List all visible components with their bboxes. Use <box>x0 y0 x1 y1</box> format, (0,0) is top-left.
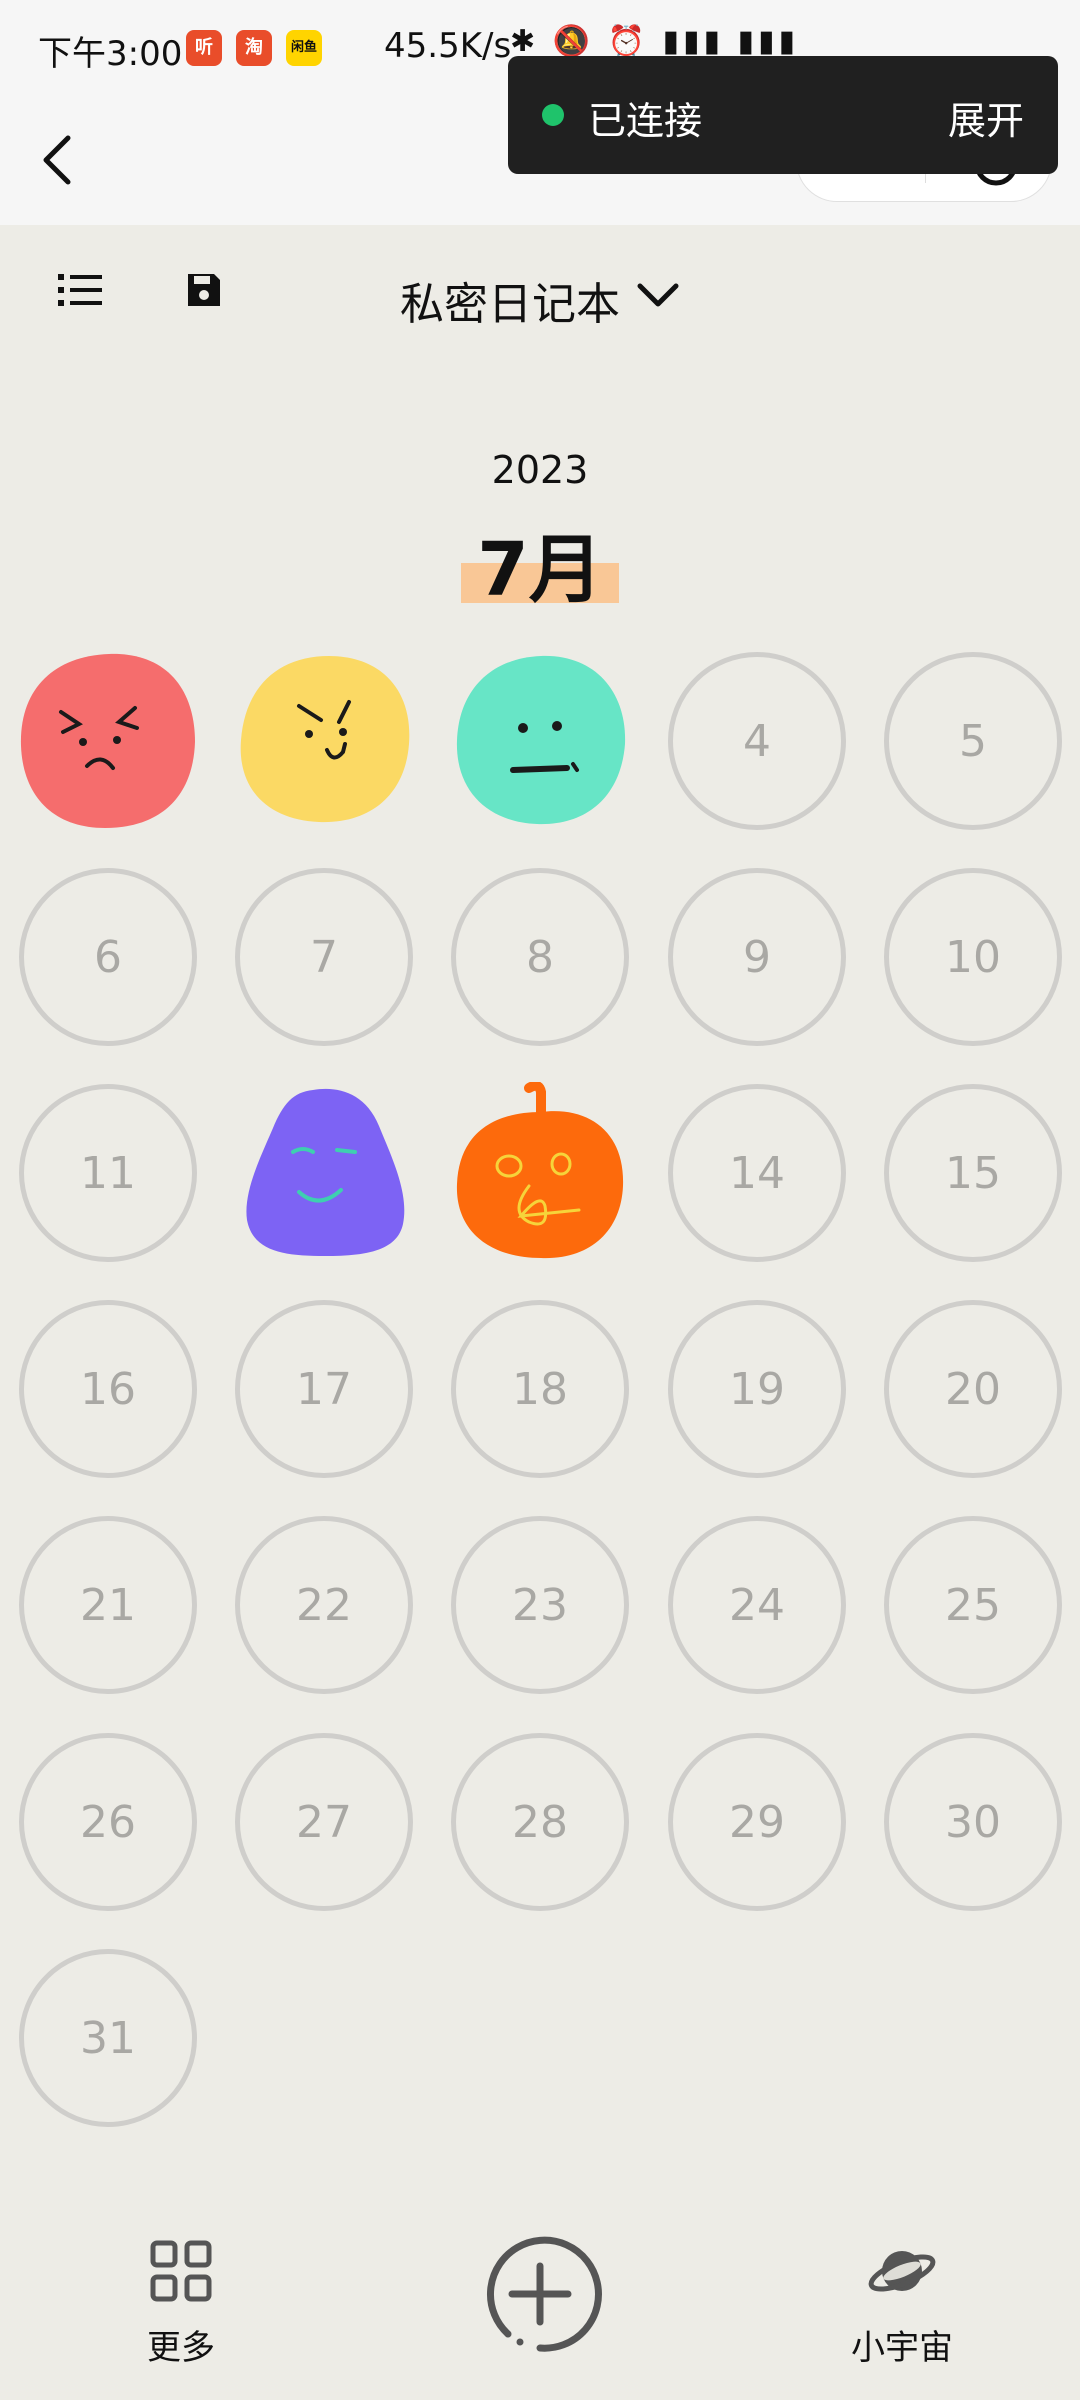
add-icon <box>487 2236 602 2352</box>
mood-day-12-content[interactable] <box>233 1082 415 1264</box>
mood-day-2-smug[interactable] <box>233 650 415 832</box>
more-button[interactable]: 更多 <box>136 2240 226 2369</box>
planet-icon <box>868 2251 936 2292</box>
content-face-icon <box>246 1088 405 1256</box>
day-25[interactable]: 25 <box>884 1516 1062 1694</box>
day-29[interactable]: 29 <box>668 1733 846 1911</box>
diary-calendar-page: 下午3:00 听 淘 闲鱼 45.5K/s ✱ 🔕 ⏰ ▮▮▮ ▮▮▮ 已连接 … <box>0 0 1080 2400</box>
day-31[interactable]: 31 <box>19 1949 197 2127</box>
day-10[interactable]: 10 <box>884 868 1062 1046</box>
day-30[interactable]: 30 <box>884 1733 1062 1911</box>
mood-day-13-pumpkin[interactable] <box>449 1080 631 1264</box>
cosmos-label: 小宇宙 <box>851 2328 953 2368</box>
mood-day-3-neutral[interactable] <box>449 650 631 832</box>
day-21[interactable]: 21 <box>19 1516 197 1694</box>
day-27[interactable]: 27 <box>235 1733 413 1911</box>
day-5[interactable]: 5 <box>884 652 1062 830</box>
day-22[interactable]: 22 <box>235 1516 413 1694</box>
day-8[interactable]: 8 <box>451 868 629 1046</box>
day-16[interactable]: 16 <box>19 1300 197 1478</box>
day-23[interactable]: 23 <box>451 1516 629 1694</box>
day-7[interactable]: 7 <box>235 868 413 1046</box>
day-17[interactable]: 17 <box>235 1300 413 1478</box>
add-entry-button[interactable] <box>478 2232 602 2356</box>
day-20[interactable]: 20 <box>884 1300 1062 1478</box>
day-14[interactable]: 14 <box>668 1084 846 1262</box>
day-9[interactable]: 9 <box>668 868 846 1046</box>
day-6[interactable]: 6 <box>19 868 197 1046</box>
pumpkin-face-icon <box>456 1080 624 1259</box>
more-label: 更多 <box>147 2328 215 2368</box>
smug-face-icon <box>240 656 410 823</box>
day-26[interactable]: 26 <box>19 1733 197 1911</box>
day-28[interactable]: 28 <box>451 1733 629 1911</box>
day-18[interactable]: 18 <box>451 1300 629 1478</box>
day-4[interactable]: 4 <box>668 652 846 830</box>
bottom-nav: 更多 小宇宙 <box>0 2210 1080 2400</box>
mood-day-1-angry[interactable] <box>17 650 199 832</box>
angry-face-icon <box>20 653 195 828</box>
cosmos-button[interactable]: 小宇宙 <box>842 2240 962 2369</box>
day-24[interactable]: 24 <box>668 1516 846 1694</box>
day-11[interactable]: 11 <box>19 1084 197 1262</box>
calendar-grid: 4 5 6 7 8 9 10 11 14 15 16 17 18 19 20 2… <box>0 0 1080 2200</box>
day-15[interactable]: 15 <box>884 1084 1062 1262</box>
neutral-face-icon <box>456 655 626 825</box>
day-19[interactable]: 19 <box>668 1300 846 1478</box>
grid-icon <box>150 2240 212 2302</box>
